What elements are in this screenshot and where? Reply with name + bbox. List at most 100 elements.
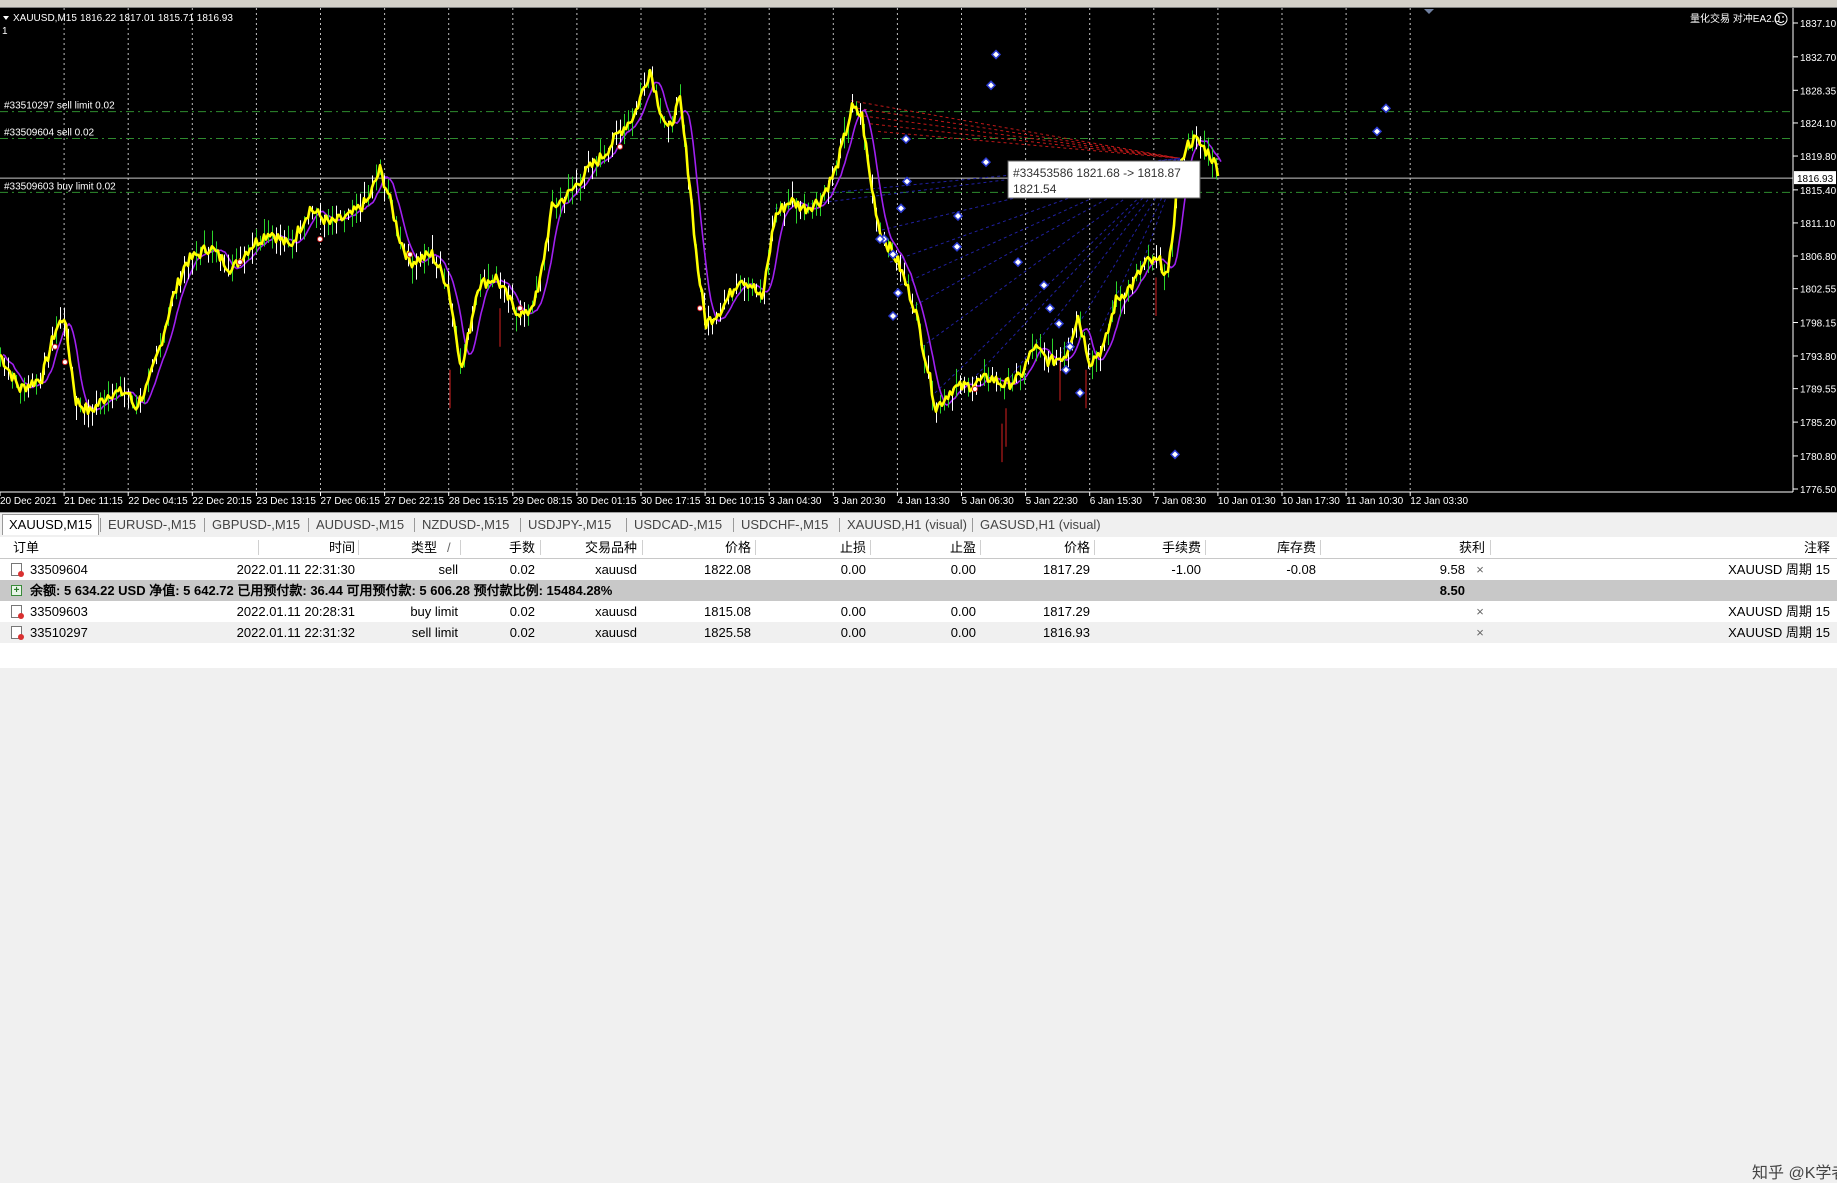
- chart-tab[interactable]: NZDUSD-,M15: [416, 515, 515, 535]
- table-row[interactable]: 33510297 2022.01.11 22:31:32 sell limit …: [0, 622, 1837, 643]
- buy-limit-order-icon: [11, 605, 24, 619]
- chart-ohlc-values: 1816.22 1817.01 1815.71 1816.93: [80, 13, 233, 24]
- order-level-label: #33510297 sell limit 0.02: [4, 101, 115, 112]
- trade-arrow-marker[interactable]: [895, 203, 907, 214]
- col-lots-header[interactable]: 手数: [470, 537, 535, 558]
- close-order-icon[interactable]: ×: [1473, 559, 1487, 580]
- trade-arrow-marker[interactable]: [1169, 449, 1181, 460]
- order-tp: 0.00: [950, 562, 976, 577]
- chart-tab[interactable]: XAUUSD,M15: [2, 514, 100, 535]
- order-point-marker: [237, 259, 243, 266]
- col-swap-header[interactable]: 库存费: [1240, 537, 1316, 558]
- order-symbol: xauusd: [595, 625, 637, 640]
- price-tick-label: 1811.10: [1800, 219, 1836, 230]
- trade-arrow-marker[interactable]: [887, 310, 899, 322]
- time-tick-label: 5 Jan 06:30: [962, 496, 1015, 507]
- order-comment: XAUUSD 周期 15: [1728, 625, 1830, 640]
- trade-tooltip: #33453586 1821.68 -> 1818.87 1821.54: [1007, 160, 1201, 199]
- close-order-icon[interactable]: ×: [1473, 622, 1487, 643]
- col-symbol-header[interactable]: 交易品种: [565, 537, 637, 558]
- price-chart[interactable]: #33510297 sell limit 0.02 #33509604 sell …: [0, 0, 1837, 512]
- col-price-header[interactable]: 价格: [660, 537, 751, 558]
- col-tp-header[interactable]: 止盈: [880, 537, 976, 558]
- order-type: sell limit: [411, 625, 458, 640]
- chart-tab[interactable]: EURUSD-,M15: [102, 515, 202, 535]
- time-tick-label: 12 Jan 03:30: [1410, 496, 1468, 507]
- col-price2-header[interactable]: 价格: [1000, 537, 1090, 558]
- time-tick-label: 3 Jan 20:30: [833, 496, 886, 507]
- table-row[interactable]: 33509603 2022.01.11 20:28:31 buy limit 0…: [0, 601, 1837, 622]
- order-point-marker: [317, 236, 323, 243]
- order-lots: 0.02: [509, 562, 535, 577]
- order-level-label: #33509604 sell 0.02: [4, 128, 95, 139]
- trade-arrow-marker[interactable]: [951, 241, 963, 252]
- sell-trade-link[interactable]: [857, 107, 1181, 159]
- chart-tab[interactable]: GBPUSD-,M15: [206, 515, 306, 535]
- col-type-header[interactable]: 类型: [380, 537, 437, 558]
- time-tick-label: 5 Jan 22:30: [1026, 496, 1079, 507]
- tab-separator: [308, 518, 309, 532]
- tab-separator: [414, 518, 415, 532]
- order-point-marker: [52, 343, 58, 350]
- order-point-marker: [407, 251, 413, 258]
- sell-trade-link[interactable]: [863, 115, 1181, 159]
- time-tick-label: 31 Dec 10:15: [705, 496, 765, 507]
- trade-arrow-marker[interactable]: [1074, 387, 1086, 398]
- time-tick-label: 11 Jan 10:30: [1346, 496, 1404, 507]
- chart-tab[interactable]: USDCHF-,M15: [735, 515, 834, 535]
- tab-separator: [520, 518, 521, 532]
- trade-arrow-marker[interactable]: [1012, 257, 1024, 268]
- time-tick-label: 28 Dec 15:15: [449, 496, 509, 507]
- order-sl: 0.00: [840, 562, 866, 577]
- sell-trade-link[interactable]: [877, 130, 1181, 159]
- col-time-header[interactable]: 时间: [260, 537, 355, 558]
- chart-tab[interactable]: GASUSD,H1 (visual): [974, 515, 1107, 535]
- trade-arrow-marker[interactable]: [1060, 364, 1072, 375]
- order-level-label: #33509603 buy limit 0.02: [4, 181, 116, 192]
- order-current-price: 1817.29: [1043, 562, 1090, 577]
- balance-plus-icon[interactable]: +: [11, 585, 22, 596]
- chart-tab[interactable]: XAUUSD,H1 (visual): [841, 515, 973, 535]
- trade-arrow-marker[interactable]: [952, 210, 964, 222]
- order-time: 2022.01.11 22:31:30: [236, 562, 355, 577]
- trade-arrow-marker[interactable]: [1044, 303, 1056, 314]
- order-symbol: xauusd: [595, 604, 637, 619]
- order-sl: 0.00: [840, 604, 866, 619]
- chart-tab[interactable]: USDJPY-,M15: [522, 515, 617, 535]
- col-comment-header[interactable]: 注释: [1740, 537, 1830, 558]
- table-row[interactable]: 33509604 2022.01.11 22:31:30 sell 0.02 x…: [0, 559, 1837, 580]
- time-tick-label: 22 Dec 04:15: [128, 496, 188, 507]
- trade-arrow-marker[interactable]: [892, 287, 904, 298]
- order-symbol: xauusd: [595, 562, 637, 577]
- chart-tab[interactable]: AUDUSD-,M15: [310, 515, 410, 535]
- trade-arrow-marker[interactable]: [887, 249, 899, 260]
- trade-arrow-marker[interactable]: [985, 80, 997, 91]
- time-tick-label: 10 Jan 17:30: [1282, 496, 1340, 507]
- trade-arrow-marker[interactable]: [901, 176, 913, 187]
- balance-row: + 余额: 5 634.22 USD 净值: 5 642.72 已用预付款: 3…: [0, 580, 1837, 601]
- chart-menu-triangle-icon[interactable]: [3, 16, 9, 20]
- time-tick-label: 22 Dec 20:15: [192, 496, 252, 507]
- order-lots: 0.02: [509, 604, 535, 619]
- chart-canvas[interactable]: #33510297 sell limit 0.02 #33509604 sell …: [0, 0, 1837, 512]
- sell-trade-link[interactable]: [869, 123, 1181, 159]
- trade-arrow-marker[interactable]: [990, 49, 1002, 60]
- trade-arrow-marker[interactable]: [900, 134, 912, 145]
- col-sl-header[interactable]: 止损: [780, 537, 866, 558]
- col-commission-header[interactable]: 手续费: [1120, 537, 1201, 558]
- close-order-icon[interactable]: ×: [1473, 601, 1487, 622]
- trade-arrow-marker[interactable]: [1038, 280, 1050, 291]
- col-profit-header[interactable]: 获利: [1380, 537, 1485, 558]
- price-tick-label: 1815.40: [1800, 186, 1837, 197]
- col-order-header[interactable]: 订单: [13, 537, 39, 558]
- scroll-shift-triangle-icon[interactable]: [1424, 9, 1434, 14]
- trade-arrow-marker[interactable]: [1371, 126, 1383, 137]
- order-current-price: 1817.29: [1043, 604, 1090, 619]
- trade-arrow-marker[interactable]: [1053, 318, 1065, 329]
- sell-trade-link[interactable]: [850, 100, 1181, 159]
- order-current-price: 1816.93: [1043, 625, 1090, 640]
- chart-tab[interactable]: USDCAD-,M15: [628, 515, 728, 535]
- trade-arrow-marker[interactable]: [980, 157, 992, 168]
- order-price: 1822.08: [704, 562, 751, 577]
- terminal-trade-panel: 订单 时间 类型 / 手数 交易品种 价格 止损 止盈 价格 手续费 库存费 获…: [0, 537, 1837, 1182]
